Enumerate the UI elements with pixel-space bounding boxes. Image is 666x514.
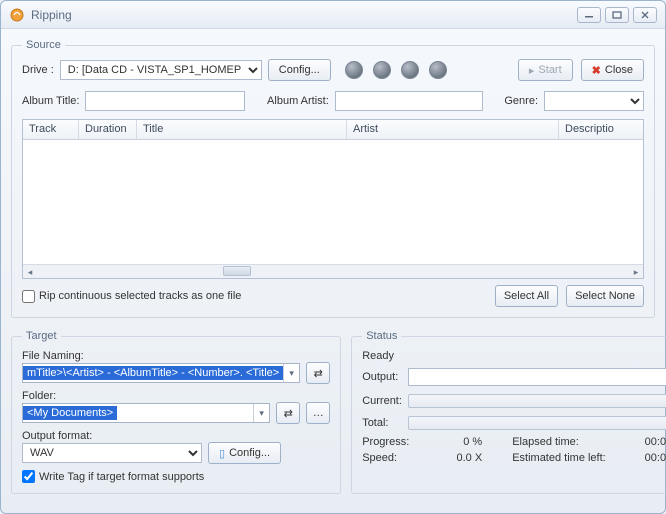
- rip-continuous-input[interactable]: [22, 290, 35, 303]
- window-title: Ripping: [31, 8, 72, 22]
- estimated-value: 00:00: [622, 452, 666, 464]
- scroll-right-icon[interactable]: ▸: [629, 265, 643, 279]
- maximize-icon: [612, 11, 622, 19]
- lookup-buttons: [345, 61, 447, 79]
- total-label: Total:: [362, 417, 402, 429]
- swap-icon: ⇄: [314, 367, 323, 380]
- minimize-button[interactable]: [577, 7, 601, 23]
- file-naming-combo[interactable]: mTitle>\<Artist> - <AlbumTitle> - <Numbe…: [22, 363, 300, 383]
- speed-label: Speed:: [362, 452, 422, 464]
- write-tag-checkbox[interactable]: Write Tag if target format supports: [22, 470, 330, 483]
- output-format-select[interactable]: WAV: [22, 443, 202, 463]
- table-header: Track Duration Title Artist Descriptio: [23, 120, 643, 140]
- album-artist-label: Album Artist:: [267, 95, 329, 107]
- speed-value: 0.0 X: [422, 452, 482, 464]
- status-ready-label: Ready: [362, 350, 666, 362]
- file-naming-swap-button[interactable]: ⇄: [306, 362, 330, 384]
- table-body[interactable]: [23, 140, 643, 264]
- write-tag-label: Write Tag if target format supports: [39, 471, 204, 483]
- rip-continuous-label: Rip continuous selected tracks as one fi…: [39, 290, 241, 302]
- close-button-label: Close: [605, 64, 633, 76]
- lookup-icon-1[interactable]: [345, 61, 363, 79]
- minimize-icon: [584, 11, 594, 19]
- select-all-button[interactable]: Select All: [495, 285, 558, 307]
- ripping-window: Ripping Source Drive : D: [Data CD - VIS…: [0, 0, 666, 514]
- col-title[interactable]: Title: [137, 120, 347, 139]
- close-button[interactable]: ✖ Close: [581, 59, 644, 81]
- drive-label: Drive :: [22, 64, 54, 76]
- titlebar: Ripping: [1, 1, 665, 29]
- genre-label: Genre:: [504, 95, 538, 107]
- file-naming-value: mTitle>\<Artist> - <AlbumTitle> - <Numbe…: [23, 366, 283, 380]
- close-window-icon: [640, 11, 650, 19]
- folder-browse-button[interactable]: …: [306, 402, 330, 424]
- elapsed-label: Elapsed time:: [482, 436, 622, 448]
- current-progress: [408, 394, 666, 408]
- ellipsis-icon: …: [313, 407, 324, 419]
- config-button-label: Config...: [279, 64, 320, 76]
- write-tag-input[interactable]: [22, 470, 35, 483]
- progress-value: 0 %: [422, 436, 482, 448]
- lookup-icon-4[interactable]: [429, 61, 447, 79]
- file-naming-label: File Naming:: [22, 350, 330, 362]
- chevron-down-icon: ▾: [283, 364, 299, 382]
- track-table: Track Duration Title Artist Descriptio ◂…: [22, 119, 644, 279]
- estimated-label: Estimated time left:: [482, 452, 622, 464]
- folder-label: Folder:: [22, 390, 330, 402]
- album-artist-input[interactable]: [335, 91, 483, 111]
- elapsed-value: 00:00: [622, 436, 666, 448]
- folder-combo[interactable]: <My Documents> ▾: [22, 403, 270, 423]
- page-icon: ▯: [219, 447, 225, 460]
- output-value: [408, 368, 666, 386]
- lookup-icon-3[interactable]: [401, 61, 419, 79]
- col-duration[interactable]: Duration: [79, 120, 137, 139]
- col-description[interactable]: Descriptio: [559, 120, 643, 139]
- album-title-label: Album Title:: [22, 95, 79, 107]
- drive-config-button[interactable]: Config...: [268, 59, 331, 81]
- close-icon: ✖: [592, 64, 601, 77]
- scroll-left-icon[interactable]: ◂: [23, 265, 37, 279]
- genre-select[interactable]: [544, 91, 644, 111]
- chevron-down-icon: ▾: [253, 404, 269, 422]
- format-config-label: Config...: [229, 447, 270, 459]
- format-config-button[interactable]: ▯ Config...: [208, 442, 281, 464]
- play-icon: ▸: [529, 64, 535, 77]
- select-none-button[interactable]: Select None: [566, 285, 644, 307]
- output-format-label: Output format:: [22, 430, 330, 442]
- total-progress: [408, 416, 666, 430]
- target-group: Target File Naming: mTitle>\<Artist> - <…: [11, 330, 341, 494]
- source-legend: Source: [22, 39, 65, 51]
- output-label: Output:: [362, 371, 402, 383]
- source-group: Source Drive : D: [Data CD - VISTA_SP1_H…: [11, 39, 655, 318]
- scroll-thumb[interactable]: [223, 266, 251, 276]
- col-artist[interactable]: Artist: [347, 120, 559, 139]
- swap-icon: ⇄: [284, 407, 293, 420]
- rip-continuous-checkbox[interactable]: Rip continuous selected tracks as one fi…: [22, 290, 241, 303]
- start-button-label: Start: [538, 64, 561, 76]
- status-group: Status Ready Output: Current: Total: Pro…: [351, 330, 666, 494]
- status-legend: Status: [362, 330, 401, 342]
- start-button[interactable]: ▸ Start: [518, 59, 573, 81]
- maximize-button[interactable]: [605, 7, 629, 23]
- close-window-button[interactable]: [633, 7, 657, 23]
- lookup-icon-2[interactable]: [373, 61, 391, 79]
- app-icon: [9, 7, 25, 23]
- album-title-input[interactable]: [85, 91, 245, 111]
- col-track[interactable]: Track: [23, 120, 79, 139]
- folder-value: <My Documents>: [23, 406, 117, 420]
- target-legend: Target: [22, 330, 61, 342]
- horizontal-scrollbar[interactable]: ◂ ▸: [23, 264, 643, 278]
- current-label: Current:: [362, 395, 402, 407]
- drive-select[interactable]: D: [Data CD - VISTA_SP1_HOMEP: [60, 60, 262, 80]
- progress-label: Progress:: [362, 436, 422, 448]
- folder-swap-button[interactable]: ⇄: [276, 402, 300, 424]
